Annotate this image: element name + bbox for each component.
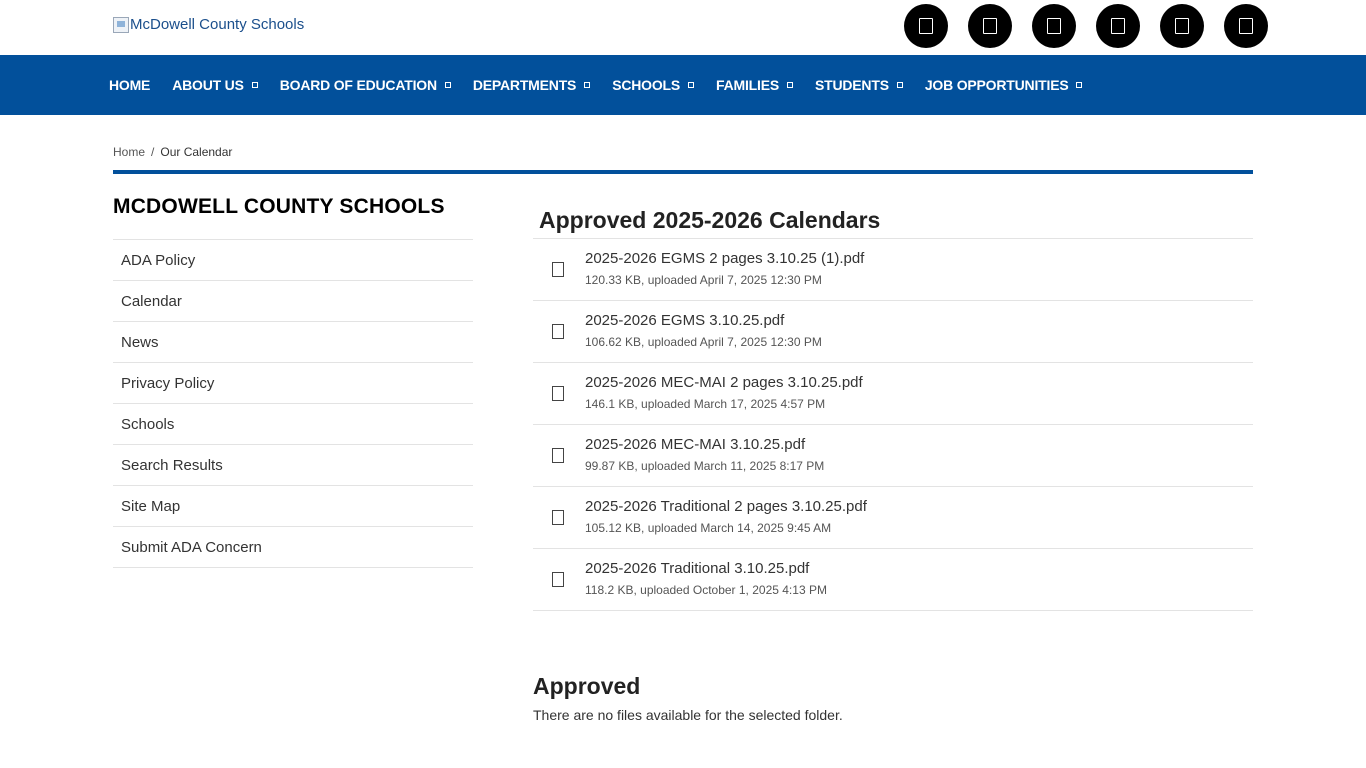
file-meta: 106.62 KB, uploaded April 7, 2025 12:30 …	[585, 335, 822, 349]
nav-item-schools[interactable]: SCHOOLS	[612, 77, 695, 93]
nav-item-label: DEPARTMENTS	[472, 77, 577, 93]
empty-folder-message: There are no files available for the sel…	[533, 707, 843, 723]
breadcrumb: Home / Our Calendar	[113, 145, 232, 159]
file-icon	[552, 510, 564, 525]
dropdown-icon	[251, 82, 258, 88]
sidebar-title: MCDOWELL COUNTY SCHOOLS	[113, 195, 445, 218]
file-icon	[552, 262, 564, 277]
sidebar-item-calendar[interactable]: Calendar	[113, 281, 473, 322]
sidebar-item-label: Calendar	[121, 292, 182, 310]
file-item[interactable]: 2025-2026 Traditional 2 pages 3.10.25.pd…	[533, 487, 1253, 549]
file-name[interactable]: 2025-2026 EGMS 3.10.25.pdf	[585, 312, 784, 329]
file-name[interactable]: 2025-2026 Traditional 2 pages 3.10.25.pd…	[585, 498, 867, 515]
file-icon	[552, 386, 564, 401]
section-title: Approved 2025-2026 Calendars	[539, 207, 881, 233]
file-meta: 146.1 KB, uploaded March 17, 2025 4:57 P…	[585, 397, 826, 411]
approved-folder-title: Approved	[533, 673, 641, 699]
broken-image-icon	[113, 16, 129, 33]
file-icon	[552, 448, 564, 463]
sidebar-item-schools[interactable]: Schools	[113, 404, 473, 445]
file-icon	[552, 572, 564, 587]
nav-item-departments[interactable]: DEPARTMENTS	[472, 77, 591, 93]
social-glyph-icon	[1239, 18, 1253, 34]
top-bar: McDowell County Schools	[0, 0, 1366, 55]
dropdown-icon	[584, 82, 591, 88]
breadcrumb-current: Our Calendar	[160, 145, 233, 159]
sidebar-item-submit-ada-concern[interactable]: Submit ADA Concern	[113, 527, 473, 568]
nav-list: HOME ABOUT US BOARD OF EDUCATION DEPARTM…	[109, 55, 1104, 115]
sidebar-item-label: Search Results	[121, 456, 223, 474]
file-item[interactable]: 2025-2026 EGMS 2 pages 3.10.25 (1).pdf 1…	[533, 239, 1253, 301]
social-icon-2[interactable]	[968, 4, 1012, 48]
sidebar-item-label: Schools	[121, 415, 175, 433]
nav-item-label: FAMILIES	[716, 77, 779, 93]
social-icon-6[interactable]	[1224, 4, 1268, 48]
sidebar-item-search-results[interactable]: Search Results	[113, 445, 473, 486]
sidebar-item-ada-policy[interactable]: ADA Policy	[113, 240, 473, 281]
sidebar-item-label: Submit ADA Concern	[121, 538, 262, 556]
social-icon-4[interactable]	[1096, 4, 1140, 48]
social-glyph-icon	[919, 18, 933, 34]
file-meta: 118.2 KB, uploaded October 1, 2025 4:13 …	[585, 583, 827, 597]
file-item[interactable]: 2025-2026 Traditional 3.10.25.pdf 118.2 …	[533, 549, 1253, 611]
file-item[interactable]: 2025-2026 MEC-MAI 2 pages 3.10.25.pdf 14…	[533, 363, 1253, 425]
social-glyph-icon	[983, 18, 997, 34]
dropdown-icon	[1076, 82, 1083, 88]
social-icon-3[interactable]	[1032, 4, 1076, 48]
breadcrumb-home-link[interactable]: Home	[113, 145, 145, 159]
file-name[interactable]: 2025-2026 EGMS 2 pages 3.10.25 (1).pdf	[585, 250, 864, 267]
dropdown-icon	[444, 82, 451, 88]
social-icon-1[interactable]	[904, 4, 948, 48]
dropdown-icon	[688, 82, 695, 88]
file-name[interactable]: 2025-2026 MEC-MAI 3.10.25.pdf	[585, 436, 805, 453]
nav-item-students[interactable]: STUDENTS	[815, 77, 903, 93]
file-name[interactable]: 2025-2026 MEC-MAI 2 pages 3.10.25.pdf	[585, 374, 863, 391]
nav-item-label: JOB OPPORTUNITIES	[924, 77, 1069, 93]
dropdown-icon	[786, 82, 793, 88]
nav-item-board-of-education[interactable]: BOARD OF EDUCATION	[280, 77, 451, 93]
file-meta: 105.12 KB, uploaded March 14, 2025 9:45 …	[585, 521, 832, 535]
file-icon	[552, 324, 564, 339]
file-item[interactable]: 2025-2026 EGMS 3.10.25.pdf 106.62 KB, up…	[533, 301, 1253, 363]
sidebar-item-label: Site Map	[121, 497, 181, 515]
sidebar-item-site-map[interactable]: Site Map	[113, 486, 473, 527]
social-links	[904, 4, 1268, 48]
logo-alt-text: McDowell County Schools	[130, 16, 305, 33]
sidebar-item-label: Privacy Policy	[121, 374, 215, 392]
nav-item-home[interactable]: HOME	[109, 77, 150, 93]
nav-item-about-us[interactable]: ABOUT US	[172, 77, 258, 93]
sidebar-item-label: ADA Policy	[121, 251, 196, 269]
file-meta: 120.33 KB, uploaded April 7, 2025 12:30 …	[585, 273, 822, 287]
nav-item-label: ABOUT US	[172, 77, 244, 93]
social-glyph-icon	[1111, 18, 1125, 34]
breadcrumb-separator: /	[151, 145, 155, 159]
nav-item-job-opportunities[interactable]: JOB OPPORTUNITIES	[925, 77, 1083, 93]
sidebar-menu: ADA Policy Calendar News Privacy Policy …	[113, 239, 473, 568]
sidebar-item-news[interactable]: News	[113, 322, 473, 363]
main-nav: HOME ABOUT US BOARD OF EDUCATION DEPARTM…	[0, 55, 1366, 115]
sidebar-item-privacy-policy[interactable]: Privacy Policy	[113, 363, 473, 404]
file-name[interactable]: 2025-2026 Traditional 3.10.25.pdf	[585, 560, 809, 577]
nav-item-label: BOARD OF EDUCATION	[279, 77, 437, 93]
nav-item-label: SCHOOLS	[612, 77, 681, 93]
nav-item-label: HOME	[109, 77, 151, 93]
nav-item-families[interactable]: FAMILIES	[716, 77, 793, 93]
file-item[interactable]: 2025-2026 MEC-MAI 3.10.25.pdf 99.87 KB, …	[533, 425, 1253, 487]
social-icon-5[interactable]	[1160, 4, 1204, 48]
sidebar-item-label: News	[121, 333, 159, 351]
social-glyph-icon	[1047, 18, 1061, 34]
social-glyph-icon	[1175, 18, 1189, 34]
nav-item-label: STUDENTS	[814, 77, 889, 93]
file-list: 2025-2026 EGMS 2 pages 3.10.25 (1).pdf 1…	[533, 238, 1253, 611]
content-divider	[113, 170, 1253, 174]
site-logo[interactable]: McDowell County Schools	[113, 16, 304, 33]
dropdown-icon	[896, 82, 903, 88]
file-meta: 99.87 KB, uploaded March 11, 2025 8:17 P…	[585, 459, 825, 473]
